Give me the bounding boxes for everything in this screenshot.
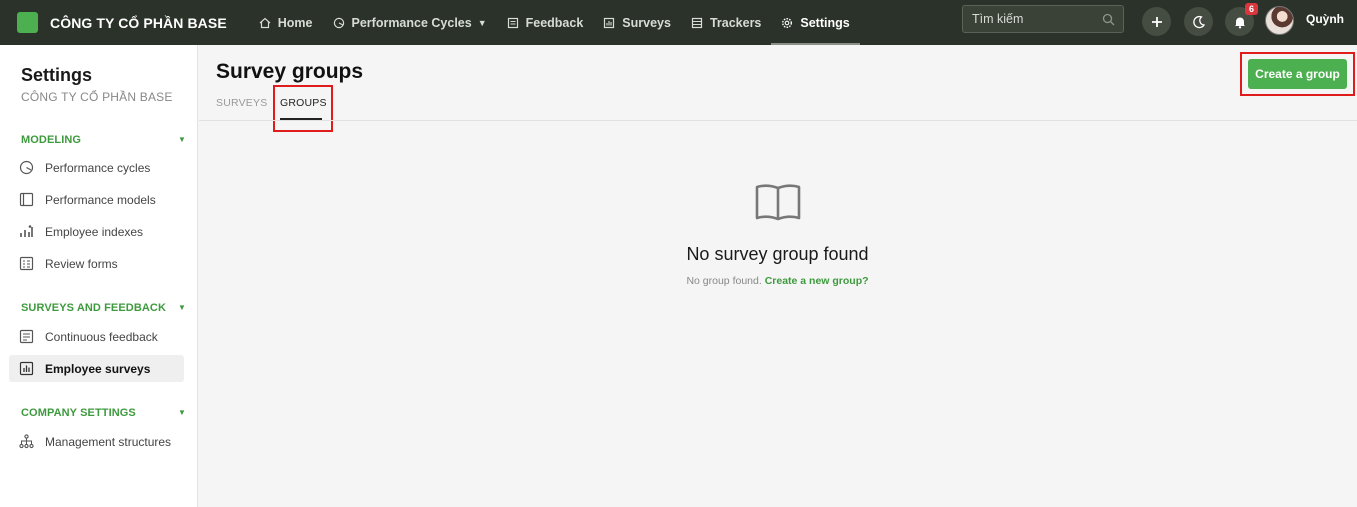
trackers-icon — [691, 17, 703, 28]
nav-trackers-label: Trackers — [709, 15, 762, 30]
sidebar-item-employee-indexes[interactable]: Employee indexes — [9, 218, 184, 245]
form-icon — [19, 256, 34, 271]
nav-surveys[interactable]: Surveys — [593, 0, 681, 45]
page-title: Survey groups — [216, 60, 364, 83]
sidebar-item-label: Performance cycles — [45, 160, 151, 175]
sidebar-item-review-forms[interactable]: Review forms — [9, 250, 184, 277]
avatar[interactable] — [1265, 6, 1294, 35]
search-icon[interactable] — [1102, 13, 1115, 26]
sidebar-item-label: Performance models — [45, 192, 156, 207]
cycle-icon — [19, 160, 34, 175]
nav-feedback[interactable]: Feedback — [497, 0, 594, 45]
nav-home[interactable]: Home — [249, 0, 323, 45]
brand-name: CÔNG TY CỔ PHẦN BASE — [50, 14, 227, 31]
empty-state-message: No group found. — [686, 275, 762, 287]
user-name[interactable]: Quỳnh — [1306, 12, 1344, 26]
main-nav: Home Performance Cycles ▼ Feedback Surve… — [249, 0, 861, 45]
search-input[interactable] — [972, 12, 1092, 26]
sidebar-item-performance-models[interactable]: Performance models — [9, 186, 184, 213]
sidebar-item-label: Management structures — [45, 434, 172, 449]
chevron-down-icon[interactable]: ▼ — [178, 135, 186, 144]
nav-settings[interactable]: Settings — [771, 0, 861, 45]
sidebar-item-label: Employee indexes — [45, 224, 144, 239]
chevron-down-icon[interactable]: ▼ — [178, 303, 186, 312]
sidebar-title: Settings — [21, 65, 93, 85]
gear-icon — [782, 17, 793, 28]
plus-icon — [1151, 16, 1162, 27]
sidebar-item-performance-cycles[interactable]: Performance cycles — [9, 154, 184, 181]
header-divider — [199, 120, 1357, 121]
settings-sidebar: Settings CÔNG TY CỔ PHẦN BASE MODELING ▼… — [0, 45, 198, 507]
hierarchy-icon — [19, 434, 34, 449]
highlight-box-groups-tab — [273, 85, 333, 132]
nav-performance-cycles-label: Performance Cycles — [351, 15, 472, 30]
nav-performance-cycles[interactable]: Performance Cycles ▼ — [323, 0, 497, 45]
empty-state-text: No group found. Create a new group? — [586, 275, 969, 287]
index-icon — [20, 225, 33, 237]
cycle-icon — [333, 17, 344, 28]
notification-count-badge: 6 — [1245, 3, 1259, 15]
add-button[interactable] — [1142, 7, 1171, 36]
nav-trackers[interactable]: Trackers — [681, 0, 771, 45]
section-company-settings[interactable]: COMPANY SETTINGS — [21, 407, 136, 419]
dark-mode-toggle[interactable] — [1184, 7, 1213, 36]
sidebar-item-label: Review forms — [45, 256, 118, 271]
nav-home-label: Home — [277, 15, 313, 30]
sidebar-item-continuous-feedback[interactable]: Continuous feedback — [9, 323, 184, 350]
feedback-icon — [19, 329, 34, 344]
nav-feedback-label: Feedback — [525, 15, 584, 30]
empty-state-title: No survey group found — [686, 244, 869, 264]
nav-surveys-label: Surveys — [622, 15, 671, 30]
chevron-down-icon[interactable]: ▼ — [178, 408, 186, 417]
surveys-icon — [604, 17, 615, 28]
chevron-down-icon: ▼ — [477, 17, 487, 28]
create-new-group-link[interactable]: Create a new group? — [765, 275, 869, 287]
open-book-icon — [755, 184, 801, 221]
sidebar-item-label: Employee surveys — [45, 361, 151, 376]
section-surveys-and-feedback[interactable]: SURVEYS AND FEEDBACK — [21, 302, 166, 314]
model-icon — [19, 192, 34, 207]
brand[interactable]: CÔNG TY CỔ PHẦN BASE — [17, 12, 227, 33]
sidebar-subtitle: CÔNG TY CỔ PHẦN BASE — [21, 90, 173, 104]
search-box — [962, 5, 1124, 33]
feedback-icon — [507, 17, 518, 28]
section-modeling[interactable]: MODELING — [21, 134, 81, 146]
tab-surveys[interactable]: SURVEYS — [216, 97, 267, 109]
surveys-icon — [19, 361, 34, 376]
sidebar-item-label: Continuous feedback — [45, 329, 158, 344]
brand-logo — [17, 12, 38, 33]
sidebar-item-management-structures[interactable]: Management structures — [9, 428, 184, 455]
home-icon — [259, 17, 271, 28]
bell-icon — [1234, 17, 1245, 28]
sidebar-item-employee-surveys[interactable]: Employee surveys — [9, 355, 184, 382]
moon-icon — [1192, 15, 1205, 28]
nav-settings-label: Settings — [800, 15, 850, 30]
highlight-box-create-button — [1240, 52, 1355, 96]
